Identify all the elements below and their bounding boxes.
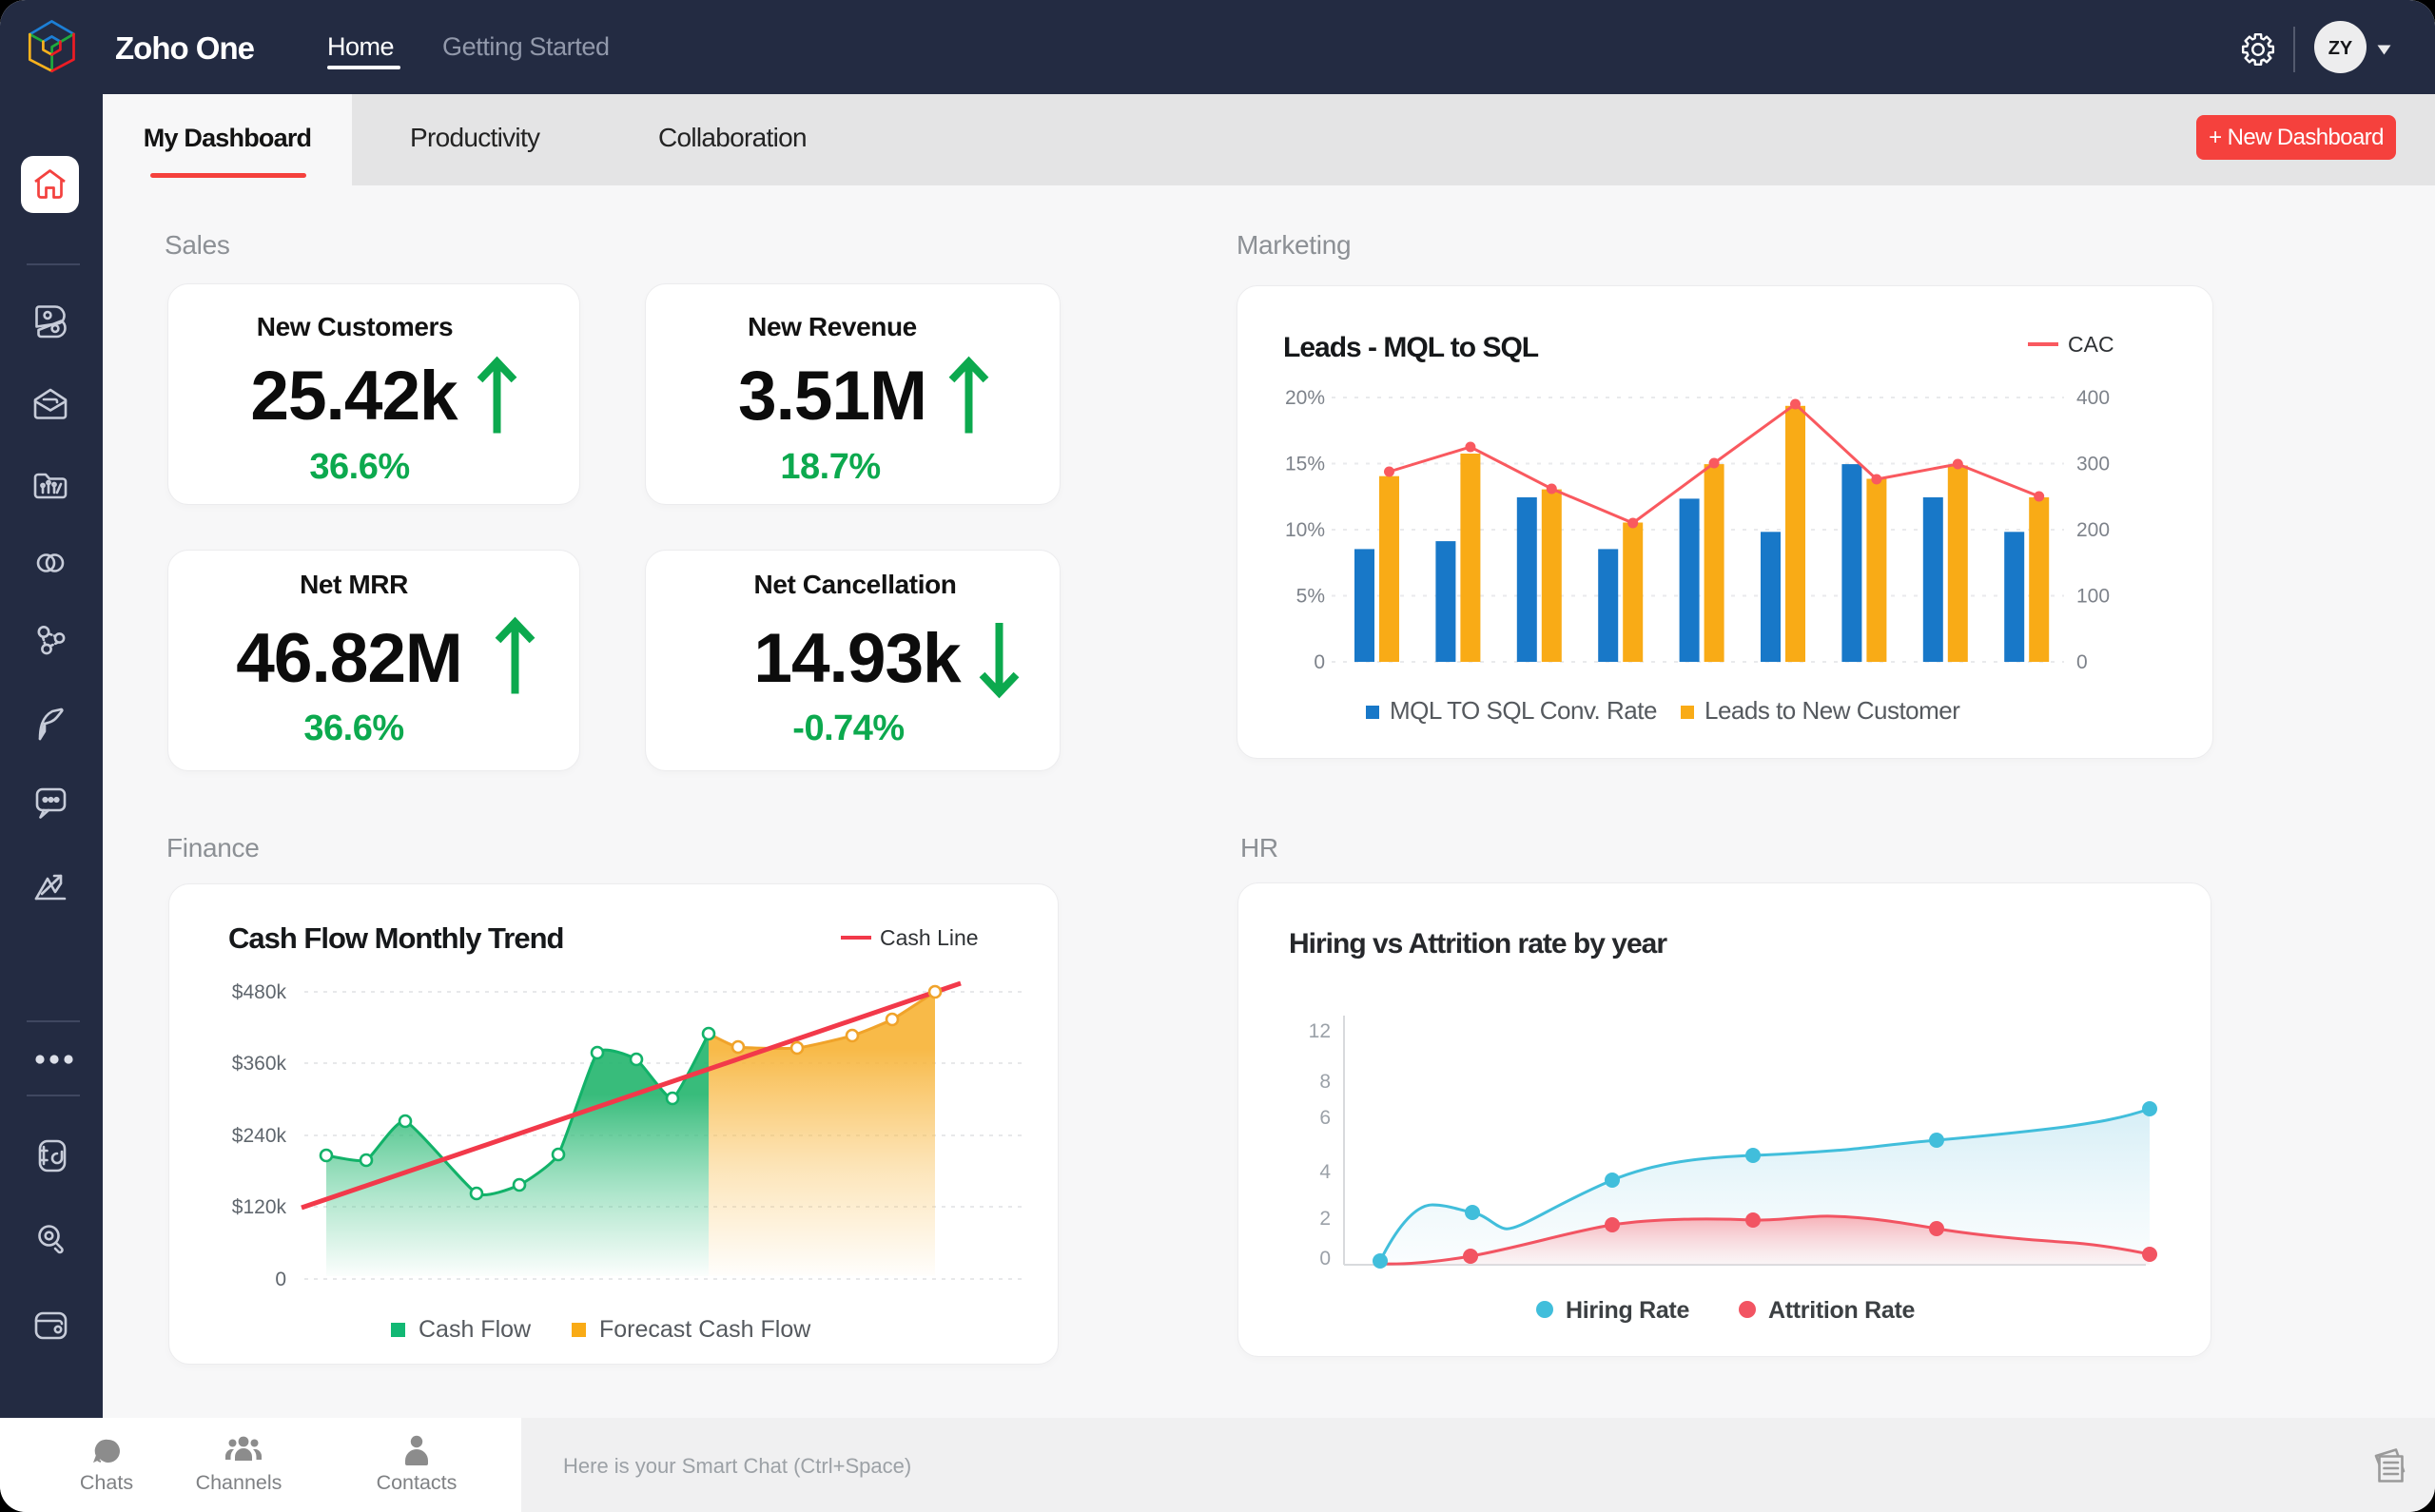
- svg-text:6: 6: [1319, 1107, 1331, 1129]
- svg-text:$240k: $240k: [232, 1125, 287, 1147]
- svg-text:15%: 15%: [1285, 454, 1325, 475]
- svg-text:Cash Line: Cash Line: [880, 925, 979, 950]
- svg-text:4: 4: [1319, 1161, 1331, 1183]
- svg-text:300: 300: [2076, 454, 2110, 475]
- svg-text:Hiring vs Attrition rate by ye: Hiring vs Attrition rate by year: [1289, 928, 1667, 960]
- svg-text:8: 8: [1319, 1071, 1331, 1093]
- svg-text:$360k: $360k: [232, 1053, 287, 1075]
- svg-text:Forecast Cash Flow: Forecast Cash Flow: [599, 1316, 811, 1343]
- svg-text:Leads to New Customer: Leads to New Customer: [1704, 696, 1960, 725]
- svg-text:$120k: $120k: [232, 1196, 287, 1218]
- svg-text:Attrition Rate: Attrition Rate: [1768, 1297, 1916, 1324]
- svg-text:400: 400: [2076, 387, 2110, 409]
- svg-text:2: 2: [1319, 1208, 1331, 1230]
- svg-text:Hiring Rate: Hiring Rate: [1566, 1297, 1689, 1324]
- svg-text:Leads - MQL to SQL: Leads - MQL to SQL: [1283, 332, 1539, 363]
- svg-text:0: 0: [1319, 1248, 1331, 1270]
- svg-text:$480k: $480k: [232, 981, 287, 1003]
- svg-text:12: 12: [1309, 1020, 1331, 1042]
- svg-text:100: 100: [2076, 586, 2110, 608]
- svg-text:5%: 5%: [1296, 586, 1325, 608]
- svg-text:Cash Flow Monthly Trend: Cash Flow Monthly Trend: [228, 921, 563, 955]
- svg-text:0: 0: [1314, 651, 1325, 673]
- svg-text:MQL TO SQL Conv. Rate: MQL TO SQL Conv. Rate: [1390, 696, 1657, 725]
- svg-text:200: 200: [2076, 519, 2110, 541]
- svg-text:Cash Flow: Cash Flow: [419, 1316, 532, 1343]
- svg-text:CAC: CAC: [2068, 332, 2114, 357]
- svg-text:10%: 10%: [1285, 519, 1325, 541]
- svg-text:20%: 20%: [1285, 387, 1325, 409]
- svg-text:0: 0: [2076, 651, 2088, 673]
- svg-text:0: 0: [275, 1269, 286, 1290]
